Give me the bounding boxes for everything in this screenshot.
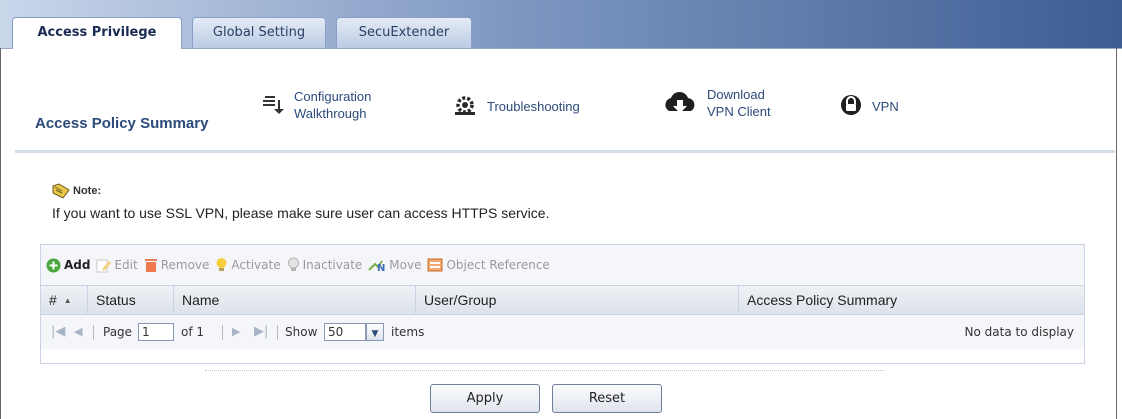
download-vpn-client-link[interactable]: Download VPN Client xyxy=(661,86,771,120)
note-label: Note: xyxy=(73,185,102,197)
svg-text:N: N xyxy=(377,263,385,272)
page-size-dropdown[interactable]: ▼ xyxy=(366,323,384,341)
last-page-icon[interactable]: ▶| xyxy=(254,315,268,349)
configuration-walkthrough-link[interactable]: Configuration Walkthrough xyxy=(262,88,371,122)
configuration-walkthrough-label-2: Walkthrough xyxy=(294,106,367,121)
note-icon xyxy=(52,183,70,199)
apply-button[interactable]: Apply xyxy=(430,384,540,413)
walkthrough-icon xyxy=(262,92,284,119)
column-header-access-policy-summary[interactable]: Access Policy Summary xyxy=(739,286,1084,314)
show-label: Show xyxy=(285,325,318,339)
bulb-on-icon xyxy=(216,258,227,271)
tab-access-privilege[interactable]: Access Privilege xyxy=(12,17,182,49)
column-index-label: # xyxy=(49,292,57,308)
chevron-down-icon: ▼ xyxy=(371,329,379,339)
page-label: Page xyxy=(103,325,133,339)
add-button[interactable]: Add xyxy=(46,258,90,273)
frame-border-right xyxy=(1116,48,1117,419)
move-button[interactable]: N Move xyxy=(368,258,421,272)
pager-divider xyxy=(222,325,223,340)
move-icon: N xyxy=(368,260,386,272)
add-icon xyxy=(46,258,61,272)
page-number-input[interactable]: 1 xyxy=(138,323,174,341)
troubleshooting-link[interactable]: Troubleshooting xyxy=(453,94,580,119)
inactivate-label: Inactivate xyxy=(302,258,363,272)
edit-icon xyxy=(96,259,112,272)
add-label: Add xyxy=(64,258,91,272)
activate-button[interactable]: Activate xyxy=(215,257,281,273)
object-reference-icon xyxy=(427,258,443,272)
vpn-link[interactable]: VPN xyxy=(840,93,899,120)
empty-message: No data to display xyxy=(964,325,1074,339)
access-policy-summary-title: Access Policy Summary xyxy=(35,115,209,132)
download-label-2: VPN Client xyxy=(707,104,771,119)
object-reference-button[interactable]: Object Reference xyxy=(427,258,550,272)
move-label: Move xyxy=(389,258,422,272)
dotted-divider xyxy=(205,370,885,371)
table-pager: |◀ ◀ Page 1 of 1 ▶ ▶| Show 50 ▼ items No… xyxy=(41,315,1084,349)
troubleshooting-label: Troubleshooting xyxy=(487,99,580,114)
edit-button[interactable]: Edit xyxy=(96,258,138,273)
trash-icon xyxy=(144,258,157,272)
edit-label: Edit xyxy=(114,258,138,272)
remove-button[interactable]: Remove xyxy=(144,258,210,273)
download-label-1: Download xyxy=(707,87,765,102)
cloud-download-icon xyxy=(661,89,699,118)
reset-button[interactable]: Reset xyxy=(552,384,662,413)
tab-bar: Access Privilege Global Setting SecuExte… xyxy=(0,0,1122,49)
table-header: # ▲ Status Name User/Group Access Policy… xyxy=(41,285,1084,315)
inactivate-button[interactable]: Inactivate xyxy=(287,257,363,273)
section-divider xyxy=(15,150,1115,153)
previous-page-icon[interactable]: ◀ xyxy=(74,315,82,349)
configuration-walkthrough-label-1: Configuration xyxy=(294,89,372,104)
vpn-lock-icon xyxy=(840,93,862,120)
page-size-value[interactable]: 50 xyxy=(324,323,366,341)
object-reference-label: Object Reference xyxy=(446,258,550,272)
page-count-label: of 1 xyxy=(181,325,205,339)
gear-wrench-icon xyxy=(453,94,477,119)
note-text: If you want to use SSL VPN, please make … xyxy=(52,205,550,221)
remove-label: Remove xyxy=(160,258,210,272)
pager-divider xyxy=(93,325,94,340)
column-header-user-group[interactable]: User/Group xyxy=(416,286,739,314)
tab-secuextender[interactable]: SecuExtender xyxy=(336,17,472,48)
column-header-index[interactable]: # ▲ xyxy=(41,286,88,314)
vpn-label: VPN xyxy=(872,99,899,114)
items-label: items xyxy=(391,325,425,339)
tab-global-setting[interactable]: Global Setting xyxy=(192,17,326,48)
table-toolbar: Add Edit Remove Activate Inactivate N Mo… xyxy=(41,245,1084,285)
bulb-off-icon xyxy=(287,257,299,271)
pager-divider xyxy=(277,325,278,340)
column-header-status[interactable]: Status xyxy=(88,286,174,314)
next-page-icon[interactable]: ▶ xyxy=(232,315,240,349)
activate-label: Activate xyxy=(231,258,281,272)
first-page-icon[interactable]: |◀ xyxy=(51,315,65,349)
frame-border-left xyxy=(0,48,1,419)
column-header-name[interactable]: Name xyxy=(174,286,416,314)
sort-ascending-icon: ▲ xyxy=(63,296,72,305)
access-policy-table: Add Edit Remove Activate Inactivate N Mo… xyxy=(40,244,1085,364)
